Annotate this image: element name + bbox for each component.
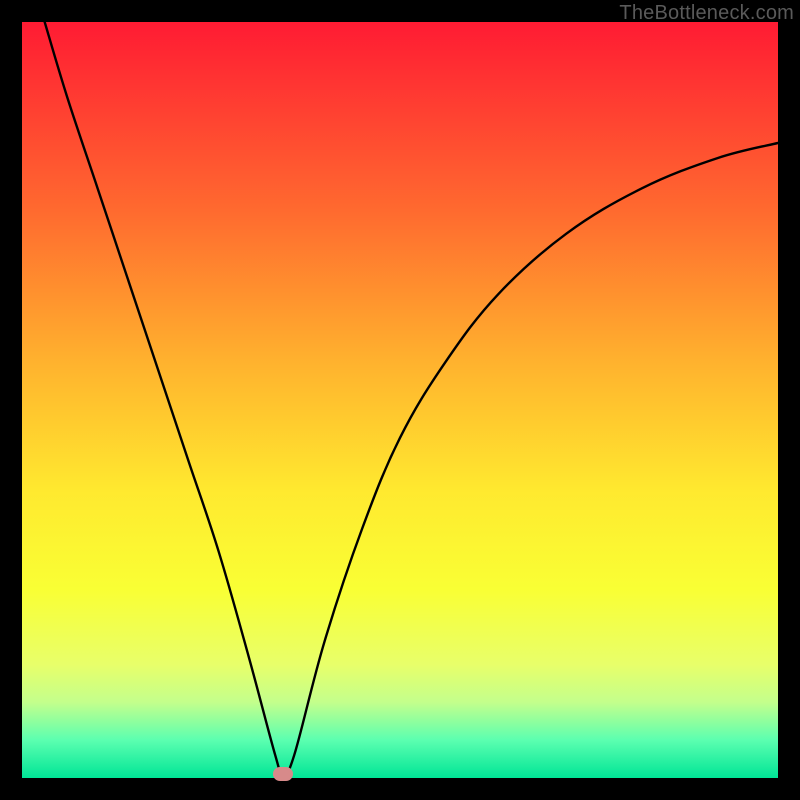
watermark-text: TheBottleneck.com [619, 2, 794, 25]
minimum-marker [273, 767, 293, 781]
chart-plot-area [22, 22, 778, 778]
